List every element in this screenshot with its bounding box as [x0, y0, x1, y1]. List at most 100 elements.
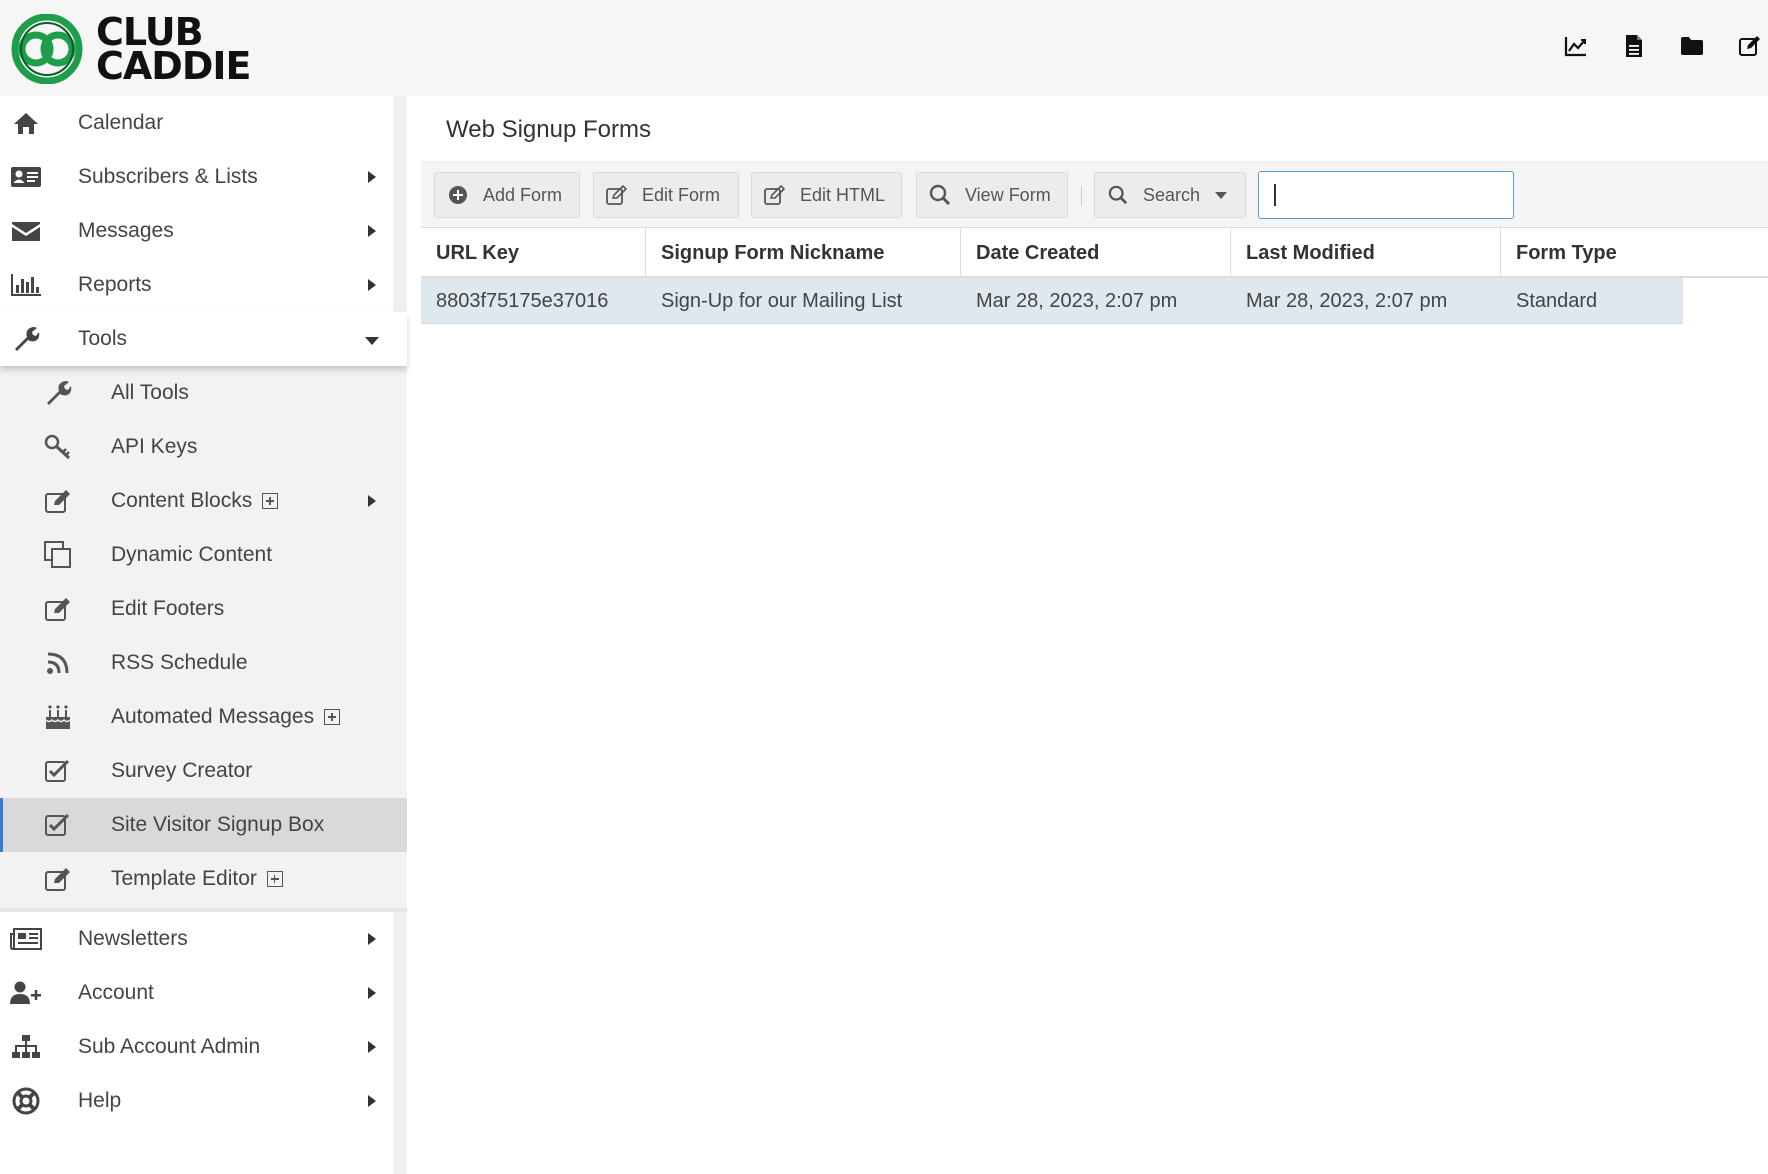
edit-form-button[interactable]: Edit Form: [593, 172, 739, 218]
bar-chart-icon: [10, 273, 42, 297]
sidebar-item-dynamic-content[interactable]: Dynamic Content: [0, 528, 407, 582]
sidebar-item-account[interactable]: Account: [0, 966, 407, 1020]
sidebar-item-label: Tools: [78, 327, 128, 350]
column-header-nickname[interactable]: Signup Form Nickname: [646, 228, 961, 278]
sidebar-item-tools[interactable]: Tools: [0, 312, 407, 366]
edit-icon[interactable]: [1738, 34, 1762, 58]
sidebar-item-all-tools[interactable]: All Tools: [0, 366, 407, 420]
view-form-label: View Form: [965, 184, 1051, 205]
column-header-form-type[interactable]: Form Type: [1501, 228, 1768, 278]
expand-plus-icon[interactable]: [266, 871, 283, 887]
document-icon[interactable]: [1622, 34, 1646, 58]
key-icon: [42, 434, 74, 460]
sidebar-item-newsletters[interactable]: Newsletters: [0, 912, 407, 966]
sub-label-text: Edit Footers: [111, 597, 225, 620]
sub-label-text: Survey Creator: [111, 759, 253, 782]
sidebar-item-label: Automated Messages: [111, 705, 341, 729]
edit-html-label: Edit HTML: [800, 184, 886, 205]
sidebar-item-label: Help: [78, 1089, 122, 1112]
sidebar-item-help[interactable]: Help: [0, 1074, 407, 1128]
toolbar-separator: [1081, 186, 1082, 206]
sidebar-item-label: Messages: [78, 219, 174, 242]
main-content: Web Signup Forms Add Form Edit Form Edit…: [421, 96, 1768, 1174]
sidebar-item-api-keys[interactable]: API Keys: [0, 420, 407, 474]
edit-icon: [42, 488, 74, 514]
sidebar: Calendar Subscribers & Lists Messages Re…: [0, 96, 407, 1174]
chevron-down-icon: [365, 337, 379, 345]
line-chart-icon[interactable]: [1564, 34, 1588, 58]
edit-icon: [764, 184, 786, 206]
search-icon: [1107, 184, 1129, 206]
chevron-right-icon: [368, 171, 376, 183]
sidebar-item-label: Calendar: [78, 111, 164, 134]
club-caddie-logo[interactable]: CLUB CADDIE: [6, 13, 251, 85]
chevron-right-icon: [368, 933, 376, 945]
sidebar-item-label: Subscribers & Lists: [78, 165, 258, 188]
wrench-icon: [10, 327, 42, 351]
view-form-button[interactable]: View Form: [916, 172, 1068, 218]
text-cursor: [1274, 184, 1276, 206]
wrench-icon: [42, 380, 74, 406]
life-ring-icon: [10, 1087, 42, 1115]
sub-label-text: All Tools: [111, 381, 189, 404]
plus-circle-icon: [447, 184, 469, 206]
sub-label-text: API Keys: [111, 435, 198, 458]
sidebar-item-template-editor[interactable]: Template Editor: [0, 852, 407, 906]
sub-label-text: RSS Schedule: [111, 651, 248, 674]
envelope-icon: [10, 219, 42, 243]
home-icon: [10, 111, 42, 135]
sidebar-item-label: Account: [78, 981, 154, 1004]
forms-toolbar: Add Form Edit Form Edit HTML View Form S…: [421, 162, 1768, 228]
sidebar-item-label: Dynamic Content: [111, 543, 272, 567]
search-icon: [929, 184, 951, 206]
sub-label-text: Template Editor: [111, 867, 257, 890]
header-toolbar: [1564, 34, 1762, 58]
search-dropdown-button[interactable]: Search: [1094, 172, 1246, 218]
edit-form-label: Edit Form: [642, 184, 721, 205]
sidebar-item-sub-account-admin[interactable]: Sub Account Admin: [0, 1020, 407, 1074]
table-row[interactable]: 8803f75175e37016 Sign-Up for our Mailing…: [421, 278, 1683, 324]
sidebar-item-label: Survey Creator: [111, 759, 252, 783]
folder-icon[interactable]: [1680, 34, 1704, 58]
sitemap-icon: [10, 1035, 42, 1059]
edit-icon: [42, 596, 74, 622]
expand-plus-icon[interactable]: [262, 493, 279, 509]
sidebar-item-reports[interactable]: Reports: [0, 258, 407, 312]
add-form-button[interactable]: Add Form: [434, 172, 580, 218]
sub-label-text: Dynamic Content: [111, 543, 273, 566]
user-plus-icon: [10, 981, 42, 1005]
copy-icon: [42, 541, 74, 568]
sub-label-text: Automated Messages: [111, 705, 315, 728]
sidebar-item-content-blocks[interactable]: Content Blocks: [0, 474, 407, 528]
sidebar-item-rss-schedule[interactable]: RSS Schedule: [0, 636, 407, 690]
newspaper-icon: [10, 927, 42, 951]
sidebar-item-messages[interactable]: Messages: [0, 204, 407, 258]
rss-icon: [42, 650, 74, 676]
sidebar-item-label: RSS Schedule: [111, 651, 248, 675]
cell-nickname: Sign-Up for our Mailing List: [661, 289, 903, 312]
edit-icon: [606, 184, 628, 206]
sidebar-item-automated-messages[interactable]: Automated Messages: [0, 690, 407, 744]
sidebar-item-label: Template Editor: [111, 867, 283, 891]
sidebar-item-edit-footers[interactable]: Edit Footers: [0, 582, 407, 636]
column-header-date-created[interactable]: Date Created: [961, 228, 1231, 278]
sidebar-item-subscribers-lists[interactable]: Subscribers & Lists: [0, 150, 407, 204]
chevron-right-icon: [368, 495, 376, 507]
cell-date-created: Mar 28, 2023, 2:07 pm: [976, 289, 1178, 312]
sidebar-item-label: Site Visitor Signup Box: [111, 813, 324, 837]
column-header-last-modified[interactable]: Last Modified: [1231, 228, 1501, 278]
sidebar-item-label: API Keys: [111, 435, 197, 459]
sidebar-item-site-visitor-signup-box[interactable]: Site Visitor Signup Box: [0, 798, 407, 852]
search-input[interactable]: [1258, 171, 1514, 219]
contact-card-icon: [10, 165, 42, 189]
sidebar-item-survey-creator[interactable]: Survey Creator: [0, 744, 407, 798]
sidebar-item-calendar[interactable]: Calendar: [0, 96, 407, 150]
edit-icon: [42, 866, 74, 892]
edit-html-button[interactable]: Edit HTML: [751, 172, 902, 218]
sidebar-lower-group: Newsletters Account Sub Account Admin He…: [0, 908, 407, 1128]
page-title: Web Signup Forms: [446, 116, 651, 143]
checkbox-icon: [42, 758, 74, 784]
cell-last-modified: Mar 28, 2023, 2:07 pm: [1246, 289, 1448, 312]
expand-plus-icon[interactable]: [324, 709, 341, 725]
column-header-url-key[interactable]: URL Key: [421, 228, 646, 278]
